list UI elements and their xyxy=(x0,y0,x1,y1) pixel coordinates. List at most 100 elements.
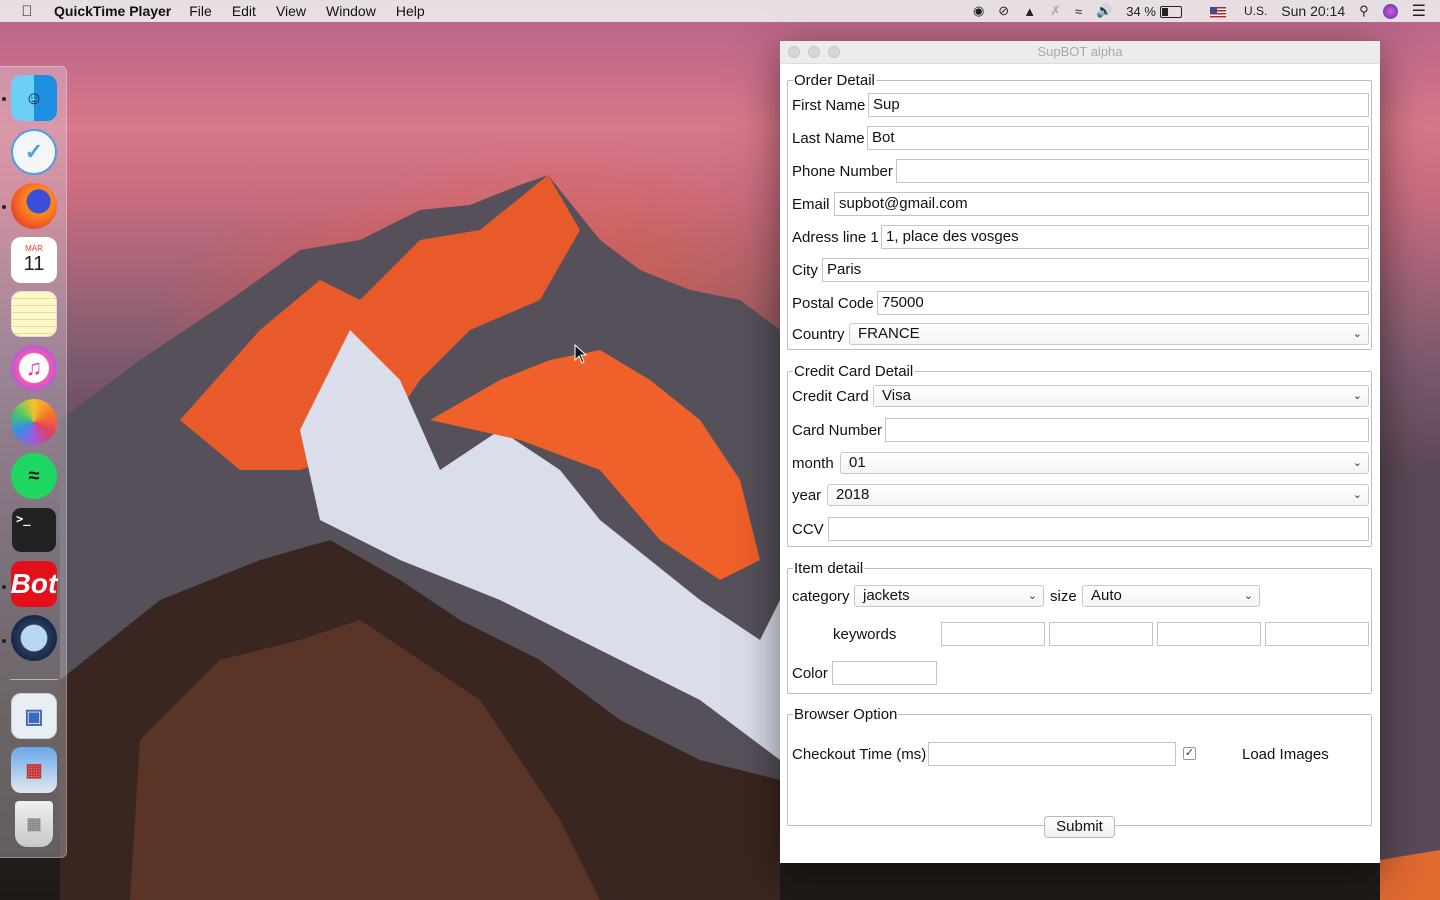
first-name-label: First Name xyxy=(792,97,866,114)
year-select[interactable]: 2018 ⌄ xyxy=(827,484,1369,506)
month-value: 01 xyxy=(849,454,866,471)
month-label: month xyxy=(792,455,834,472)
photos-icon[interactable] xyxy=(11,399,57,445)
city-input[interactable]: Paris xyxy=(822,258,1369,282)
year-value: 2018 xyxy=(836,486,870,503)
running-indicator xyxy=(2,585,6,589)
country-select[interactable]: FRANCE ⌄ xyxy=(849,323,1369,345)
color-input[interactable] xyxy=(832,661,937,685)
load-images-label: Load Images xyxy=(1242,746,1329,763)
phone-number-label: Phone Number xyxy=(792,163,893,180)
window-titlebar[interactable]: SupBOT alpha xyxy=(780,41,1380,64)
keyword-input-3[interactable] xyxy=(1157,622,1261,646)
battery-percent[interactable]: 34 % xyxy=(1126,4,1156,19)
do-not-disturb-icon[interactable]: ⊘ xyxy=(998,3,1009,19)
itunes-icon[interactable]: ♫ xyxy=(11,345,57,391)
checkmark-icon: ✓ xyxy=(1184,747,1195,759)
menu-window[interactable]: Window xyxy=(326,3,376,19)
credit-card-detail-legend: Credit Card Detail xyxy=(794,363,914,380)
menu-bar:  QuickTime Player File Edit View Window… xyxy=(0,0,1440,22)
first-name-input[interactable]: Sup xyxy=(868,93,1369,117)
appstore-icon[interactable]: ▦ xyxy=(11,747,57,793)
bot-app-label: Bot xyxy=(10,568,58,599)
category-value: jackets xyxy=(863,587,910,604)
firefox-icon[interactable] xyxy=(11,183,57,229)
airplay-icon[interactable]: ▲ xyxy=(1023,4,1036,19)
spotify-icon[interactable]: ≈ xyxy=(11,453,57,499)
dock: ☺ ✓ MAR 11 ♫ ≈ >_ Bot ▣ ▦ ▦ xyxy=(0,66,67,858)
chevron-down-icon: ⌄ xyxy=(1027,590,1037,602)
bluetooth-icon[interactable]: ✗ xyxy=(1050,3,1061,19)
window-title: SupBOT alpha xyxy=(1037,44,1123,59)
postal-code-input[interactable]: 75000 xyxy=(877,291,1369,315)
email-input[interactable]: supbot@gmail.com xyxy=(834,192,1369,216)
zoom-window-button[interactable] xyxy=(828,46,840,58)
size-select[interactable]: Auto ⌄ xyxy=(1082,585,1260,607)
siri-icon[interactable] xyxy=(1382,3,1398,19)
order-detail-legend: Order Detail xyxy=(794,72,875,89)
checkout-time-input[interactable] xyxy=(928,742,1176,766)
size-label: size xyxy=(1050,588,1077,605)
terminal-icon[interactable]: >_ xyxy=(11,507,57,553)
item-detail-legend: Item detail xyxy=(794,560,864,577)
credit-card-select[interactable]: Visa ⌄ xyxy=(873,385,1369,407)
menu-help[interactable]: Help xyxy=(396,3,425,19)
record-icon[interactable]: ◉ xyxy=(973,3,984,19)
last-name-label: Last Name xyxy=(792,130,865,147)
month-select[interactable]: 01 ⌄ xyxy=(840,452,1369,474)
keyword-input-1[interactable] xyxy=(941,622,1045,646)
spotlight-search-icon[interactable]: ⚲ xyxy=(1359,3,1369,19)
wifi-icon[interactable]: ≈ xyxy=(1075,4,1082,19)
close-window-button[interactable] xyxy=(788,46,800,58)
keyword-input-2[interactable] xyxy=(1049,622,1153,646)
supbot-window: SupBOT alpha Order Detail First Name Sup… xyxy=(780,41,1380,863)
apple-menu-icon[interactable]:  xyxy=(0,3,54,20)
submit-button[interactable]: Submit xyxy=(1044,816,1115,838)
notes-icon[interactable] xyxy=(11,291,57,337)
postal-code-label: Postal Code xyxy=(792,295,874,312)
chevron-down-icon: ⌄ xyxy=(1352,457,1362,469)
ccv-input[interactable] xyxy=(828,517,1369,541)
menu-app-name[interactable]: QuickTime Player xyxy=(54,3,171,19)
color-label: Color xyxy=(792,665,828,682)
category-select[interactable]: jackets ⌄ xyxy=(854,585,1044,607)
input-source[interactable]: U.S. xyxy=(1244,4,1267,18)
finder-icon[interactable]: ☺ xyxy=(11,75,57,121)
volume-icon[interactable]: 🔊 xyxy=(1096,3,1112,19)
country-value: FRANCE xyxy=(858,325,920,342)
menu-edit[interactable]: Edit xyxy=(232,3,256,19)
country-label: Country xyxy=(792,326,845,343)
terminal-glyph: >_ xyxy=(16,512,31,526)
quicktime-icon[interactable] xyxy=(11,615,57,661)
load-images-checkbox[interactable]: ✓ xyxy=(1183,747,1196,760)
preview-icon[interactable]: ▣ xyxy=(11,693,57,739)
running-indicator xyxy=(2,205,6,209)
menu-file[interactable]: File xyxy=(189,3,212,19)
minimize-window-button[interactable] xyxy=(808,46,820,58)
mail-icon[interactable]: ✓ xyxy=(11,129,57,175)
menu-clock[interactable]: Sun 20:14 xyxy=(1281,3,1345,19)
battery-icon[interactable] xyxy=(1159,4,1196,19)
us-flag-icon[interactable] xyxy=(1209,4,1240,19)
chevron-down-icon: ⌄ xyxy=(1243,590,1253,602)
phone-number-input[interactable] xyxy=(896,159,1369,183)
trash-icon[interactable]: ▦ xyxy=(15,801,53,847)
card-number-input[interactable] xyxy=(885,418,1369,442)
year-label: year xyxy=(792,487,822,504)
card-number-label: Card Number xyxy=(792,422,883,439)
mouse-cursor-icon xyxy=(574,344,588,364)
running-indicator xyxy=(2,639,6,643)
bot-app-icon[interactable]: Bot xyxy=(11,561,57,607)
calendar-month: MAR xyxy=(25,244,43,253)
category-label: category xyxy=(792,588,850,605)
credit-card-value: Visa xyxy=(882,387,911,404)
last-name-input[interactable]: Bot xyxy=(867,126,1369,150)
notification-center-icon[interactable]: ☰ xyxy=(1412,1,1426,21)
menu-view[interactable]: View xyxy=(276,3,306,19)
address-line-1-input[interactable]: 1, place des vosges xyxy=(881,225,1369,249)
running-indicator xyxy=(2,97,6,101)
calendar-day: 11 xyxy=(23,253,45,275)
keyword-input-4[interactable] xyxy=(1265,622,1369,646)
city-label: City xyxy=(792,262,818,279)
calendar-icon[interactable]: MAR 11 xyxy=(11,237,57,283)
